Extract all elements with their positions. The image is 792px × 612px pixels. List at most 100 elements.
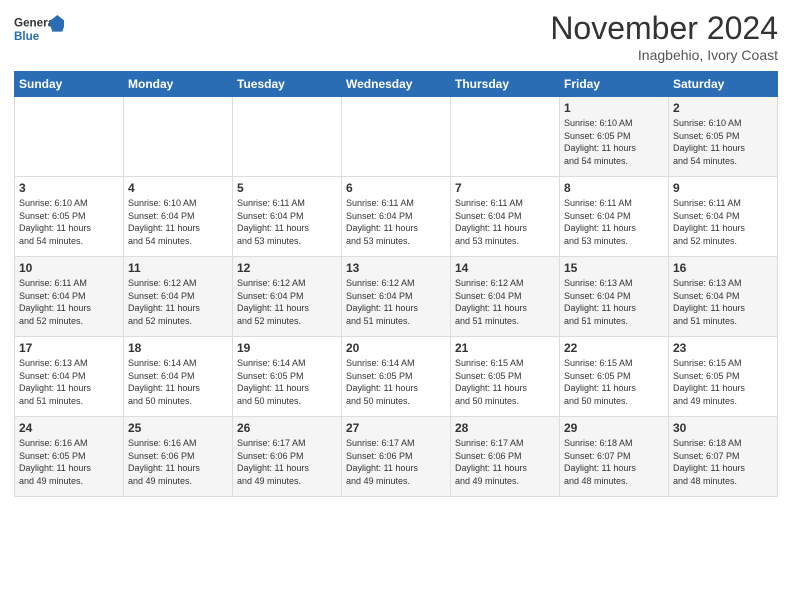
day-number: 3 xyxy=(19,181,119,195)
cell-w3-d6: 15Sunrise: 6:13 AM Sunset: 6:04 PM Dayli… xyxy=(560,257,669,337)
day-number: 4 xyxy=(128,181,228,195)
calendar-page: General Blue November 2024 Inagbehio, Iv… xyxy=(0,0,792,612)
day-number: 1 xyxy=(564,101,664,115)
day-number: 11 xyxy=(128,261,228,275)
cell-w4-d7: 23Sunrise: 6:15 AM Sunset: 6:05 PM Dayli… xyxy=(669,337,778,417)
header-tuesday: Tuesday xyxy=(233,72,342,97)
day-info: Sunrise: 6:10 AM Sunset: 6:05 PM Dayligh… xyxy=(19,197,119,247)
day-info: Sunrise: 6:16 AM Sunset: 6:05 PM Dayligh… xyxy=(19,437,119,487)
day-info: Sunrise: 6:11 AM Sunset: 6:04 PM Dayligh… xyxy=(564,197,664,247)
week-row-2: 3 Sunrise: 6:10 AM Sunset: 6:05 PM Daylig… xyxy=(15,177,778,257)
cell-w4-d3: 19 Sunrise: 6:14 AM Sunset: 6:05 PM Dayli… xyxy=(233,337,342,417)
cell-w5-d3: 26Sunrise: 6:17 AM Sunset: 6:06 PM Dayli… xyxy=(233,417,342,497)
day-info: Sunrise: 6:13 AM Sunset: 6:04 PM Dayligh… xyxy=(673,277,773,327)
cell-w3-d1: 10 Sunrise: 6:11 AM Sunset: 6:04 PM Dayli… xyxy=(15,257,124,337)
cell-w4-d1: 17 Sunrise: 6:13 AM Sunset: 6:04 PM Dayli… xyxy=(15,337,124,417)
day-info: Sunrise: 6:10 AM Sunset: 6:05 PM Dayligh… xyxy=(673,117,773,167)
day-info: Sunrise: 6:11 AM Sunset: 6:04 PM Dayligh… xyxy=(346,197,446,247)
header-saturday: Saturday xyxy=(669,72,778,97)
day-info: Sunrise: 6:15 AM Sunset: 6:05 PM Dayligh… xyxy=(673,357,773,407)
week-row-4: 17 Sunrise: 6:13 AM Sunset: 6:04 PM Dayli… xyxy=(15,337,778,417)
day-info: Sunrise: 6:11 AM Sunset: 6:04 PM Dayligh… xyxy=(19,277,119,327)
day-number: 14 xyxy=(455,261,555,275)
cell-w1-d2 xyxy=(124,97,233,177)
cell-w5-d5: 28Sunrise: 6:17 AM Sunset: 6:06 PM Dayli… xyxy=(451,417,560,497)
cell-w5-d2: 25 Sunrise: 6:16 AM Sunset: 6:06 PM Dayli… xyxy=(124,417,233,497)
cell-w3-d4: 13 Sunrise: 6:12 AM Sunset: 6:04 PM Dayli… xyxy=(342,257,451,337)
cell-w2-d1: 3 Sunrise: 6:10 AM Sunset: 6:05 PM Daylig… xyxy=(15,177,124,257)
day-number: 7 xyxy=(455,181,555,195)
day-info: Sunrise: 6:12 AM Sunset: 6:04 PM Dayligh… xyxy=(237,277,337,327)
week-row-5: 24 Sunrise: 6:16 AM Sunset: 6:05 PM Dayli… xyxy=(15,417,778,497)
cell-w3-d2: 11 Sunrise: 6:12 AM Sunset: 6:04 PM Dayli… xyxy=(124,257,233,337)
day-number: 27 xyxy=(346,421,446,435)
calendar-table: SundayMondayTuesdayWednesdayThursdayFrid… xyxy=(14,71,778,497)
day-number: 29 xyxy=(564,421,664,435)
day-number: 10 xyxy=(19,261,119,275)
day-info: Sunrise: 6:14 AM Sunset: 6:05 PM Dayligh… xyxy=(237,357,337,407)
day-info: Sunrise: 6:12 AM Sunset: 6:04 PM Dayligh… xyxy=(346,277,446,327)
cell-w2-d2: 4Sunrise: 6:10 AM Sunset: 6:04 PM Daylig… xyxy=(124,177,233,257)
cell-w2-d4: 6 Sunrise: 6:11 AM Sunset: 6:04 PM Daylig… xyxy=(342,177,451,257)
cell-w2-d7: 9 Sunrise: 6:11 AM Sunset: 6:04 PM Daylig… xyxy=(669,177,778,257)
week-row-3: 10 Sunrise: 6:11 AM Sunset: 6:04 PM Dayli… xyxy=(15,257,778,337)
day-info: Sunrise: 6:11 AM Sunset: 6:04 PM Dayligh… xyxy=(673,197,773,247)
day-info: Sunrise: 6:17 AM Sunset: 6:06 PM Dayligh… xyxy=(237,437,337,487)
day-info: Sunrise: 6:12 AM Sunset: 6:04 PM Dayligh… xyxy=(128,277,228,327)
day-info: Sunrise: 6:17 AM Sunset: 6:06 PM Dayligh… xyxy=(346,437,446,487)
calendar-header: SundayMondayTuesdayWednesdayThursdayFrid… xyxy=(15,72,778,97)
cell-w1-d5 xyxy=(451,97,560,177)
day-number: 19 xyxy=(237,341,337,355)
cell-w3-d7: 16 Sunrise: 6:13 AM Sunset: 6:04 PM Dayli… xyxy=(669,257,778,337)
day-number: 22 xyxy=(564,341,664,355)
cell-w1-d4 xyxy=(342,97,451,177)
header-thursday: Thursday xyxy=(451,72,560,97)
day-info: Sunrise: 6:14 AM Sunset: 6:04 PM Dayligh… xyxy=(128,357,228,407)
title-block: November 2024 Inagbehio, Ivory Coast xyxy=(550,10,778,63)
cell-w5-d6: 29 Sunrise: 6:18 AM Sunset: 6:07 PM Dayli… xyxy=(560,417,669,497)
cell-w1-d6: 1 Sunrise: 6:10 AM Sunset: 6:05 PM Daylig… xyxy=(560,97,669,177)
day-number: 9 xyxy=(673,181,773,195)
day-number: 17 xyxy=(19,341,119,355)
day-number: 18 xyxy=(128,341,228,355)
day-number: 6 xyxy=(346,181,446,195)
day-info: Sunrise: 6:17 AM Sunset: 6:06 PM Dayligh… xyxy=(455,437,555,487)
header-friday: Friday xyxy=(560,72,669,97)
cell-w5-d1: 24 Sunrise: 6:16 AM Sunset: 6:05 PM Dayli… xyxy=(15,417,124,497)
day-info: Sunrise: 6:15 AM Sunset: 6:05 PM Dayligh… xyxy=(564,357,664,407)
day-number: 13 xyxy=(346,261,446,275)
cell-w4-d4: 20 Sunrise: 6:14 AM Sunset: 6:05 PM Dayli… xyxy=(342,337,451,417)
day-number: 24 xyxy=(19,421,119,435)
day-number: 25 xyxy=(128,421,228,435)
cell-w2-d3: 5 Sunrise: 6:11 AM Sunset: 6:04 PM Daylig… xyxy=(233,177,342,257)
header-monday: Monday xyxy=(124,72,233,97)
day-number: 8 xyxy=(564,181,664,195)
day-info: Sunrise: 6:18 AM Sunset: 6:07 PM Dayligh… xyxy=(564,437,664,487)
day-info: Sunrise: 6:13 AM Sunset: 6:04 PM Dayligh… xyxy=(564,277,664,327)
day-number: 16 xyxy=(673,261,773,275)
day-number: 5 xyxy=(237,181,337,195)
day-number: 30 xyxy=(673,421,773,435)
day-info: Sunrise: 6:11 AM Sunset: 6:04 PM Dayligh… xyxy=(455,197,555,247)
day-number: 21 xyxy=(455,341,555,355)
cell-w5-d7: 30Sunrise: 6:18 AM Sunset: 6:07 PM Dayli… xyxy=(669,417,778,497)
day-info: Sunrise: 6:12 AM Sunset: 6:04 PM Dayligh… xyxy=(455,277,555,327)
cell-w3-d5: 14 Sunrise: 6:12 AM Sunset: 6:04 PM Dayli… xyxy=(451,257,560,337)
day-info: Sunrise: 6:11 AM Sunset: 6:04 PM Dayligh… xyxy=(237,197,337,247)
cell-w1-d1 xyxy=(15,97,124,177)
day-info: Sunrise: 6:16 AM Sunset: 6:06 PM Dayligh… xyxy=(128,437,228,487)
day-number: 12 xyxy=(237,261,337,275)
logo-svg: General Blue xyxy=(14,10,64,50)
week-row-1: 1 Sunrise: 6:10 AM Sunset: 6:05 PM Daylig… xyxy=(15,97,778,177)
day-info: Sunrise: 6:10 AM Sunset: 6:05 PM Dayligh… xyxy=(564,117,664,167)
day-info: Sunrise: 6:13 AM Sunset: 6:04 PM Dayligh… xyxy=(19,357,119,407)
header-sunday: Sunday xyxy=(15,72,124,97)
cell-w3-d3: 12 Sunrise: 6:12 AM Sunset: 6:04 PM Dayli… xyxy=(233,257,342,337)
logo: General Blue xyxy=(14,10,64,50)
day-info: Sunrise: 6:14 AM Sunset: 6:05 PM Dayligh… xyxy=(346,357,446,407)
day-number: 20 xyxy=(346,341,446,355)
month-title: November 2024 xyxy=(550,10,778,47)
cell-w4-d5: 21Sunrise: 6:15 AM Sunset: 6:05 PM Dayli… xyxy=(451,337,560,417)
location-subtitle: Inagbehio, Ivory Coast xyxy=(550,47,778,63)
header-row: SundayMondayTuesdayWednesdayThursdayFrid… xyxy=(15,72,778,97)
